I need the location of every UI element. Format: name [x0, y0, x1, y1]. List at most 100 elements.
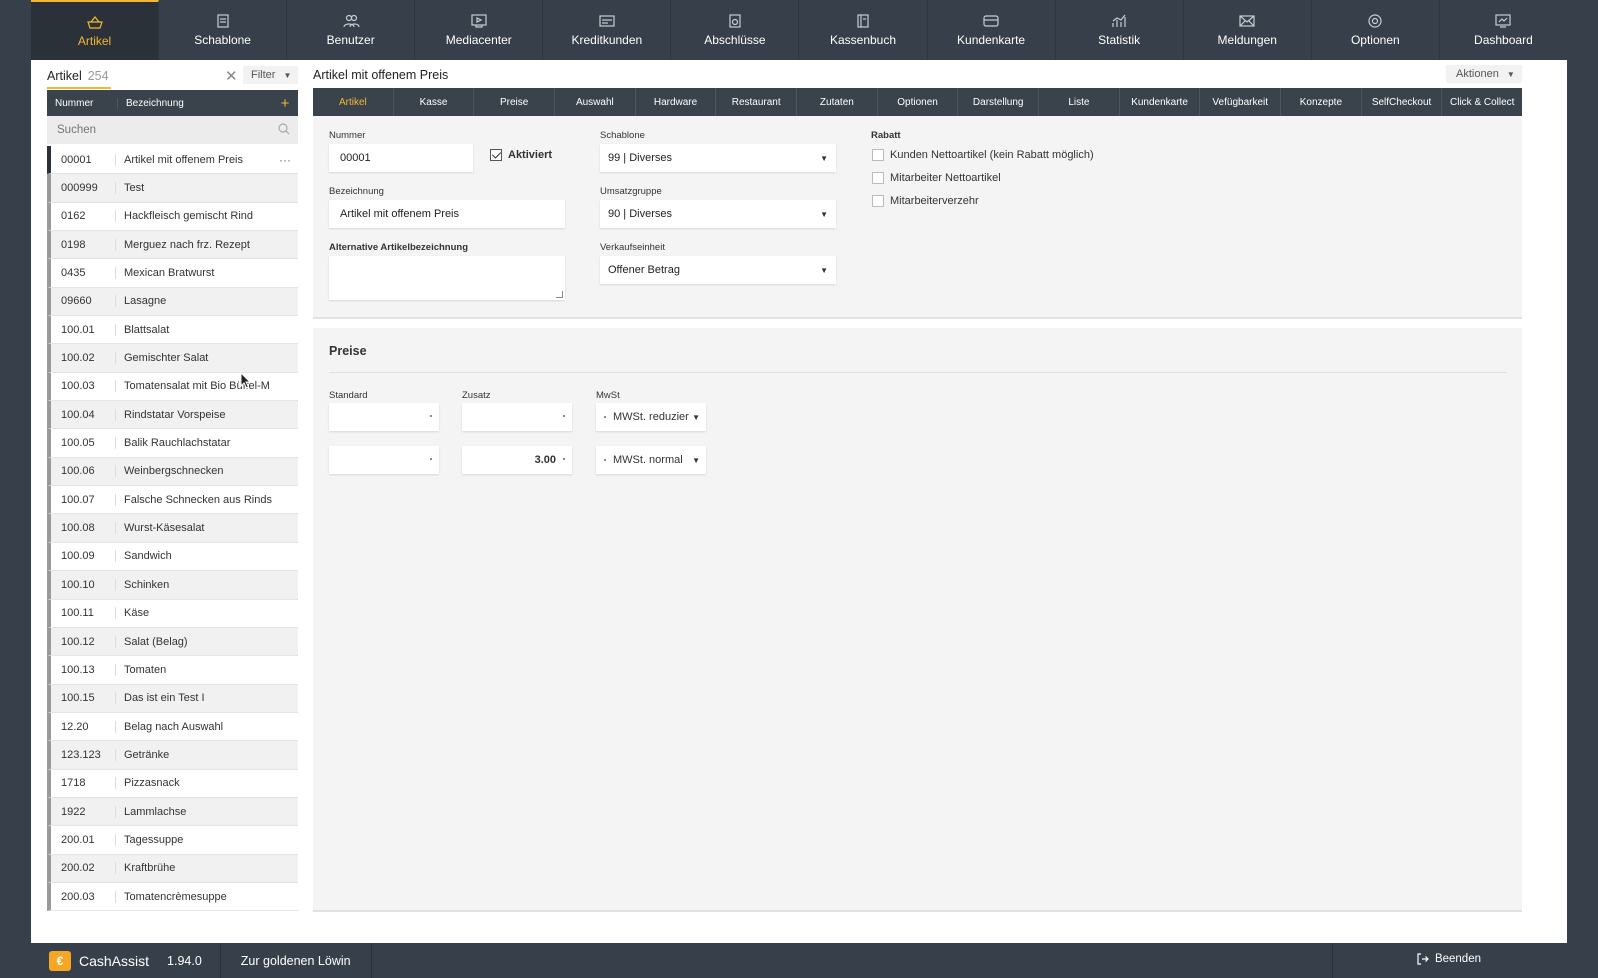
nav-item-statistik[interactable]: Statistik	[1056, 0, 1184, 60]
tab-optionen[interactable]: Optionen	[878, 88, 959, 116]
rabatt-mitarbeiterverzehr-checkbox[interactable]	[872, 195, 884, 207]
schablone-select[interactable]: 99 | Diverses ▼	[600, 144, 836, 172]
nav-item-abschlüsse[interactable]: Abschlüsse	[671, 0, 800, 60]
alt-bezeichnung-textarea[interactable]	[329, 256, 565, 300]
nav-item-artikel[interactable]: Artikel	[31, 0, 160, 60]
nav-item-optionen[interactable]: Optionen	[1312, 0, 1440, 60]
tab-restaurant[interactable]: Restaurant	[716, 88, 798, 116]
template-icon	[214, 13, 232, 29]
list-item[interactable]: 1718 Pizzasnack	[47, 769, 298, 798]
caret-down-icon: ▼	[820, 209, 828, 219]
resize-handle-icon[interactable]	[556, 291, 563, 298]
tab-kasse[interactable]: Kasse	[394, 88, 475, 116]
actions-dropdown[interactable]: Aktionen ▼	[1446, 65, 1522, 83]
list-item[interactable]: 200.03 Tomatencrèmesuppe	[47, 882, 298, 912]
clear-filter-icon[interactable]: ✕	[225, 67, 238, 85]
column-number[interactable]: Nummer	[47, 98, 117, 109]
rabatt-kunden-netto-checkbox[interactable]	[872, 149, 884, 161]
add-article-icon[interactable]: +	[272, 95, 298, 112]
bezeichnung-field[interactable]: Artikel mit offenem Preis	[329, 200, 565, 228]
list-item[interactable]: 100.13 Tomaten	[47, 656, 298, 685]
list-item[interactable]: 0435 Mexican Bratwurst	[47, 259, 298, 288]
list-item[interactable]: 100.05 Balik Rauchlachstatar	[47, 429, 298, 458]
item-name: Das ist ein Test I	[115, 692, 272, 705]
verkaufseinheit-select[interactable]: Offener Betrag ▼	[600, 256, 836, 284]
gear-icon	[1366, 13, 1384, 29]
nav-item-kundenkarte[interactable]: Kundenkarte	[928, 0, 1056, 60]
filter-dropdown[interactable]: Filter ▼	[243, 66, 298, 84]
search-icon[interactable]	[278, 123, 290, 135]
nav-item-kreditkunden[interactable]: Kreditkunden	[543, 0, 672, 60]
list-item[interactable]: 09660 Lasagne	[47, 287, 298, 317]
list-item[interactable]: 100.09 Sandwich	[47, 542, 298, 572]
article-list-panel: Artikel 254 ✕ Filter ▼ Nummer Bezeichnung …	[47, 60, 298, 928]
tab-liste[interactable]: Liste	[1039, 88, 1120, 116]
list-item[interactable]: 100.11 Käse	[47, 599, 298, 628]
list-column-header: Nummer Bezeichnung +	[47, 90, 298, 116]
tab-konzepte[interactable]: Konzepte	[1281, 88, 1362, 116]
standard-price-field[interactable]	[329, 403, 439, 431]
list-item[interactable]: 100.06 Weinbergschnecken	[47, 457, 298, 487]
list-item[interactable]: 100.01 Blattsalat	[47, 316, 298, 345]
aktiviert-checkbox[interactable]	[490, 149, 502, 161]
list-item[interactable]: 100.10 Schinken	[47, 571, 298, 600]
rabatt-mitarbeiter-netto-checkbox[interactable]	[872, 172, 884, 184]
location-name[interactable]: Zur goldenen Löwin	[241, 954, 351, 968]
tab-zutaten[interactable]: Zutaten	[797, 88, 878, 116]
nav-item-kassenbuch[interactable]: Kassenbuch	[799, 0, 928, 60]
list-item[interactable]: 000999 Test	[47, 174, 298, 203]
tab-click-collect[interactable]: Click & Collect	[1442, 88, 1522, 116]
logout-button[interactable]: Beenden	[1416, 952, 1481, 966]
rabatt-mitarbeiter-netto-label: Mitarbeiter Nettoartikel	[890, 172, 1001, 184]
list-item[interactable]: 0198 Merguez nach frz. Rezept	[47, 231, 298, 260]
bezeichnung-label: Bezeichnung	[329, 186, 384, 197]
list-item[interactable]: 123.123 Getränke	[47, 741, 298, 770]
rabatt-mitarbeiterverzehr-label: Mitarbeiterverzehr	[890, 195, 979, 207]
tab-selfcheckout[interactable]: SelfCheckout	[1362, 88, 1443, 116]
nav-item-benutzer[interactable]: Benutzer	[287, 0, 416, 60]
item-name: Mexican Bratwurst	[115, 267, 272, 280]
list-item[interactable]: 100.12 Salat (Belag)	[47, 627, 298, 657]
list-item[interactable]: 100.03 Tomatensalat mit Bio Büffel-M	[47, 372, 298, 402]
tab-darstellung[interactable]: Darstellung	[958, 88, 1040, 116]
item-number: 200.01	[61, 833, 95, 846]
list-item[interactable]: 12.20 Belag nach Auswahl	[47, 712, 298, 742]
list-item[interactable]: 200.02 Kraftbrühe	[47, 854, 298, 883]
tab-hardware[interactable]: Hardware	[636, 88, 717, 116]
list-item[interactable]: 00001 Artikel mit offenem Preis ···	[47, 146, 298, 175]
list-title: Artikel 254	[47, 69, 109, 83]
tab-kundenkarte[interactable]: Kundenkarte	[1120, 88, 1201, 116]
list-item[interactable]: 200.01 Tagessuppe	[47, 826, 298, 855]
list-item[interactable]: 1922 Lammlachse	[47, 797, 298, 827]
search-input[interactable]	[47, 116, 298, 144]
nav-item-schablone[interactable]: Schablone	[159, 0, 288, 60]
mwst-select[interactable]: MWSt. normal ▼	[596, 446, 706, 474]
tab-preise[interactable]: Preise	[474, 88, 556, 116]
list-item[interactable]: 100.08 Wurst-Käsesalat	[47, 514, 298, 543]
list-item[interactable]: 100.15 Das ist ein Test I	[47, 684, 298, 713]
spinner-dot-icon	[563, 458, 565, 460]
nummer-field[interactable]: 00001	[329, 144, 473, 172]
nav-item-meldungen[interactable]: Meldungen	[1184, 0, 1312, 60]
chart-icon	[1110, 13, 1128, 29]
list-item[interactable]: 100.07 Falsche Schnecken aus Rinds	[47, 486, 298, 515]
umsatzgruppe-select[interactable]: 90 | Diverses ▼	[600, 200, 836, 228]
list-item[interactable]: 100.02 Gemischter Salat	[47, 344, 298, 373]
list-item[interactable]: 0162 Hackfleisch gemischt Rind	[47, 202, 298, 232]
tab-artikel[interactable]: Artikel	[313, 88, 394, 116]
tab-vef-gbarkeit[interactable]: Vefügbarkeit	[1200, 88, 1282, 116]
nav-item-dashboard[interactable]: Dashboard	[1440, 0, 1567, 60]
nav-item-mediacenter[interactable]: Mediacenter	[415, 0, 544, 60]
zusatz-price-field[interactable]	[462, 403, 572, 431]
mwst-select[interactable]: MWSt. reduziert ▼	[596, 403, 706, 431]
zusatz-price-field[interactable]: 3.00	[462, 446, 572, 474]
standard-price-field[interactable]	[329, 446, 439, 474]
list-item[interactable]: 100.04 Rindstatar Vorspeise	[47, 401, 298, 430]
item-number: 0162	[61, 210, 86, 223]
more-options-icon[interactable]: ···	[272, 153, 298, 167]
column-name[interactable]: Bezeichnung	[117, 97, 272, 109]
cashassist-logo-icon: €	[49, 950, 71, 971]
card-icon	[982, 13, 1000, 29]
tab-auswahl[interactable]: Auswahl	[555, 88, 636, 116]
status-dot-icon	[604, 416, 606, 418]
